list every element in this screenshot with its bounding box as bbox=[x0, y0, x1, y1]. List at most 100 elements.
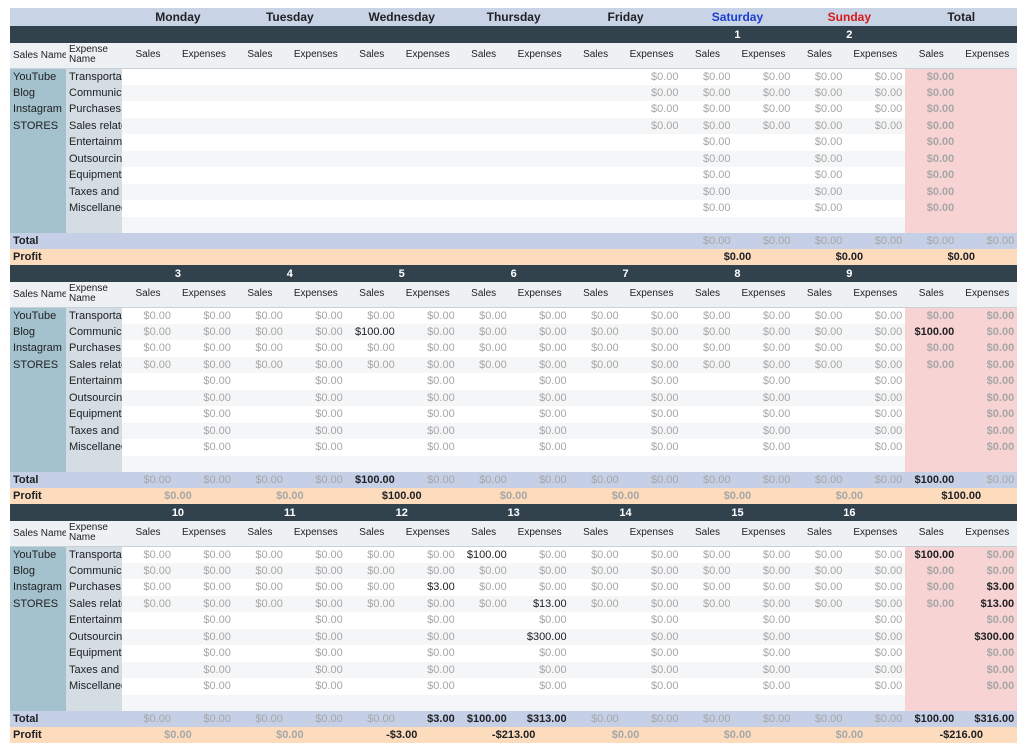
expense-value-cell[interactable]: $0.00 bbox=[734, 373, 794, 390]
expense-value-cell[interactable] bbox=[957, 150, 1018, 167]
expense-value-cell[interactable]: $0.00 bbox=[845, 678, 905, 695]
sales-value-cell[interactable] bbox=[905, 612, 958, 629]
expense-value-cell[interactable] bbox=[510, 101, 570, 118]
sales-value-cell[interactable] bbox=[458, 167, 510, 184]
expense-value-cell[interactable] bbox=[622, 167, 682, 184]
sales-value-cell[interactable] bbox=[345, 694, 398, 711]
expense-value-cell[interactable] bbox=[398, 200, 458, 217]
expense-value-cell[interactable] bbox=[398, 101, 458, 118]
sales-value-cell[interactable] bbox=[122, 84, 174, 101]
expense-value-cell[interactable]: $0.00 bbox=[398, 373, 458, 390]
sales-value-cell[interactable]: $100.00 bbox=[345, 323, 398, 340]
expense-value-cell[interactable]: $0.00 bbox=[398, 678, 458, 695]
expense-value-cell[interactable] bbox=[957, 134, 1018, 151]
expense-value-cell[interactable]: $0.00 bbox=[734, 340, 794, 357]
sales-value-cell[interactable] bbox=[233, 694, 286, 711]
sales-value-cell[interactable] bbox=[457, 389, 510, 406]
sales-value-cell[interactable] bbox=[346, 645, 398, 662]
sales-value-cell[interactable] bbox=[569, 422, 622, 439]
expense-value-cell[interactable] bbox=[510, 68, 570, 85]
sales-value-cell[interactable] bbox=[793, 373, 845, 390]
expense-value-cell[interactable]: $0.00 bbox=[845, 84, 906, 101]
sales-value-cell[interactable] bbox=[681, 422, 734, 439]
sales-value-cell[interactable] bbox=[457, 216, 510, 233]
expense-value-cell[interactable] bbox=[510, 167, 570, 184]
sales-value-cell[interactable]: $0.00 bbox=[682, 546, 734, 563]
expense-value-cell[interactable]: $0.00 bbox=[286, 579, 346, 596]
expense-value-cell[interactable]: $0.00 bbox=[622, 546, 682, 563]
sales-value-cell[interactable] bbox=[122, 628, 174, 645]
sales-value-cell[interactable] bbox=[122, 694, 174, 711]
expense-value-cell[interactable] bbox=[286, 167, 346, 184]
expense-value-cell[interactable]: $0.00 bbox=[285, 422, 346, 439]
sales-value-cell[interactable] bbox=[233, 216, 286, 233]
expense-value-cell[interactable]: $0.00 bbox=[957, 562, 1018, 579]
sales-value-cell[interactable] bbox=[570, 200, 622, 217]
expense-value-cell[interactable]: $0.00 bbox=[285, 628, 346, 645]
expense-value-cell[interactable] bbox=[845, 200, 905, 217]
sales-value-cell[interactable]: $0.00 bbox=[681, 595, 734, 612]
expense-value-cell[interactable]: $0.00 bbox=[621, 389, 682, 406]
expense-value-cell[interactable]: $0.00 bbox=[957, 645, 1018, 662]
expense-value-cell[interactable]: $0.00 bbox=[734, 307, 794, 324]
expense-value-cell[interactable] bbox=[845, 694, 906, 711]
expense-value-cell[interactable] bbox=[509, 694, 570, 711]
expense-value-cell[interactable] bbox=[286, 68, 346, 85]
sales-value-cell[interactable] bbox=[569, 389, 622, 406]
sales-value-cell[interactable] bbox=[793, 406, 845, 423]
expense-value-cell[interactable] bbox=[174, 694, 234, 711]
expense-value-cell[interactable]: $0.00 bbox=[510, 340, 570, 357]
expense-value-cell[interactable] bbox=[397, 183, 458, 200]
sales-value-cell[interactable]: $0.00 bbox=[793, 340, 845, 357]
expense-value-cell[interactable]: $0.00 bbox=[286, 340, 346, 357]
expense-value-cell[interactable]: $0.00 bbox=[398, 307, 458, 324]
expense-value-cell[interactable]: $0.00 bbox=[734, 678, 794, 695]
sales-value-cell[interactable] bbox=[457, 661, 510, 678]
expense-value-cell[interactable]: $0.00 bbox=[621, 422, 682, 439]
sales-value-cell[interactable] bbox=[681, 216, 734, 233]
expense-value-cell[interactable]: $0.00 bbox=[845, 628, 906, 645]
expense-value-cell[interactable]: $0.00 bbox=[509, 422, 570, 439]
sales-value-cell[interactable] bbox=[345, 84, 398, 101]
sales-value-cell[interactable] bbox=[905, 678, 958, 695]
sales-value-cell[interactable] bbox=[793, 612, 845, 629]
sales-value-cell[interactable] bbox=[793, 389, 846, 406]
expense-value-cell[interactable]: $0.00 bbox=[174, 340, 234, 357]
sales-value-cell[interactable]: $0.00 bbox=[569, 595, 622, 612]
expense-value-cell[interactable]: $0.00 bbox=[397, 562, 458, 579]
sales-value-cell[interactable]: $0.00 bbox=[346, 579, 398, 596]
sales-value-cell[interactable]: $0.00 bbox=[570, 579, 622, 596]
expense-value-cell[interactable] bbox=[622, 134, 682, 151]
sales-value-cell[interactable] bbox=[122, 167, 174, 184]
sales-value-cell[interactable] bbox=[457, 628, 510, 645]
expense-value-cell[interactable]: $0.00 bbox=[957, 389, 1018, 406]
expense-value-cell[interactable] bbox=[733, 150, 794, 167]
sales-value-cell[interactable] bbox=[793, 694, 846, 711]
expense-value-cell[interactable]: $0.00 bbox=[622, 579, 682, 596]
sales-value-cell[interactable] bbox=[905, 439, 958, 456]
sales-value-cell[interactable]: $0.00 bbox=[682, 307, 734, 324]
sales-value-cell[interactable] bbox=[234, 406, 286, 423]
expense-value-cell[interactable] bbox=[174, 200, 234, 217]
sales-value-cell[interactable] bbox=[570, 678, 622, 695]
sales-value-cell[interactable] bbox=[682, 406, 734, 423]
sales-value-cell[interactable]: $0.00 bbox=[681, 356, 734, 373]
expense-value-cell[interactable]: $0.00 bbox=[286, 678, 346, 695]
sales-value-cell[interactable]: $0.00 bbox=[346, 307, 398, 324]
expense-value-cell[interactable]: $0.00 bbox=[174, 645, 234, 662]
expense-value-cell[interactable] bbox=[398, 134, 458, 151]
expense-value-cell[interactable]: $0.00 bbox=[957, 406, 1018, 423]
expense-value-cell[interactable] bbox=[733, 216, 794, 233]
sales-value-cell[interactable]: $0.00 bbox=[681, 150, 734, 167]
sales-value-cell[interactable] bbox=[793, 678, 845, 695]
sales-value-cell[interactable] bbox=[569, 183, 622, 200]
sales-value-cell[interactable] bbox=[905, 661, 958, 678]
expense-value-cell[interactable]: $0.00 bbox=[510, 439, 570, 456]
sales-value-cell[interactable] bbox=[457, 694, 510, 711]
sales-value-cell[interactable]: $0.00 bbox=[793, 307, 845, 324]
expense-value-cell[interactable]: $0.00 bbox=[285, 661, 346, 678]
sales-value-cell[interactable] bbox=[458, 439, 510, 456]
expense-value-cell[interactable] bbox=[957, 167, 1018, 184]
expense-value-cell[interactable] bbox=[398, 68, 458, 85]
expense-value-cell[interactable]: $0.00 bbox=[174, 373, 234, 390]
